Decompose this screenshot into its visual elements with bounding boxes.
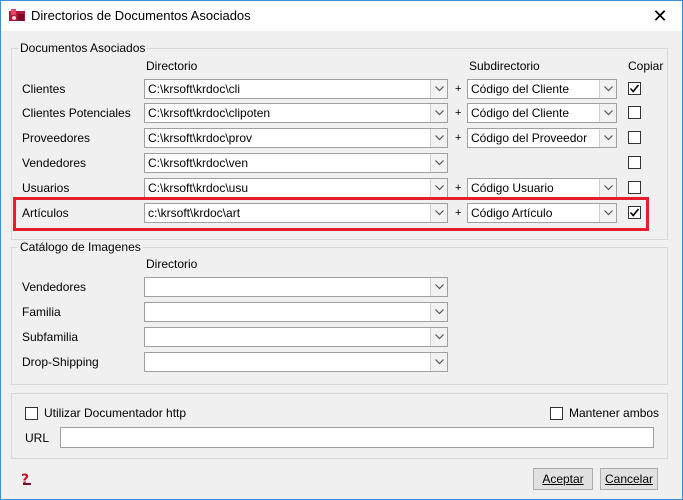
dropdown-button[interactable] xyxy=(599,129,616,147)
images-col-directorio: Directorio xyxy=(146,257,198,271)
copiar-checkbox[interactable] xyxy=(628,156,641,169)
utilizar-http-label: Utilizar Documentador http xyxy=(44,406,187,420)
http-group xyxy=(11,393,668,459)
docs-sub-combo[interactable]: Código del Cliente xyxy=(467,79,617,99)
chevron-down-icon xyxy=(603,86,613,92)
docs-dir-value: C:\krsoft\krdoc\usu xyxy=(148,181,249,195)
cancelar-button[interactable]: Cancelar xyxy=(600,468,658,490)
plus-sign: + xyxy=(455,132,462,144)
chevron-down-icon xyxy=(434,160,444,166)
docs-dir-combo[interactable]: C:\krsoft\krdoc\usu xyxy=(144,178,448,198)
plus-sign: + xyxy=(455,83,462,95)
docs-sub-combo[interactable]: Código Usuario xyxy=(467,178,617,198)
docs-row-label: Proveedores xyxy=(22,131,91,145)
window-title: Directorios de Documentos Asociados xyxy=(31,8,251,23)
help-icon[interactable]: ? xyxy=(20,472,34,486)
docs-dir-combo[interactable]: C:\krsoft\krdoc\cli xyxy=(144,79,448,99)
dropdown-button[interactable] xyxy=(430,278,447,296)
mantener-ambos-label: Mantener ambos xyxy=(569,406,660,420)
aceptar-label: Aceptar xyxy=(542,472,584,486)
dropdown-button[interactable] xyxy=(430,303,447,321)
docs-dir-value: C:\krsoft\krdoc\prov xyxy=(148,131,253,145)
docs-sub-value: Código Usuario xyxy=(471,181,554,195)
articulos-highlight xyxy=(13,197,649,231)
images-dir-combo[interactable] xyxy=(144,277,448,297)
docs-sub-value: Código del Cliente xyxy=(471,82,570,96)
docs-sub-value: Código del Proveedor xyxy=(471,131,588,145)
docs-sub-value: Código del Cliente xyxy=(471,106,570,120)
dropdown-button[interactable] xyxy=(599,104,616,122)
dialog-window: Directorios de Documentos Asociados ✕ Do… xyxy=(0,0,683,500)
docs-dir-value: C:\krsoft\krdoc\ven xyxy=(148,156,249,170)
close-button[interactable]: ✕ xyxy=(638,1,682,31)
docs-row-label: Clientes Potenciales xyxy=(22,106,131,120)
images-row-label: Subfamilia xyxy=(22,330,79,344)
chevron-down-icon xyxy=(434,359,444,365)
plus-sign: + xyxy=(455,182,462,194)
dropdown-button[interactable] xyxy=(430,154,447,172)
chevron-down-icon xyxy=(603,135,613,141)
chevron-down-icon xyxy=(603,110,613,116)
mantener-ambos-checkbox[interactable] xyxy=(550,407,563,420)
docs-dir-value: C:\krsoft\krdoc\clipoten xyxy=(148,106,271,120)
title-bar[interactable]: Directorios de Documentos Asociados ✕ xyxy=(1,1,682,31)
chevron-down-icon xyxy=(434,185,444,191)
docs-col-subdirectorio: Subdirectorio xyxy=(469,59,540,73)
aceptar-button[interactable]: Aceptar xyxy=(533,468,593,490)
app-icon xyxy=(9,9,25,21)
docs-dir-combo[interactable]: C:\krsoft\krdoc\clipoten xyxy=(144,103,448,123)
copiar-checkbox[interactable] xyxy=(628,131,641,144)
close-icon: ✕ xyxy=(652,5,668,26)
docs-row-label: Vendedores xyxy=(22,156,87,170)
chevron-down-icon xyxy=(603,185,613,191)
docs-sub-combo[interactable]: Código del Cliente xyxy=(467,103,617,123)
cancelar-label: Cancelar xyxy=(604,472,654,486)
dropdown-button[interactable] xyxy=(599,80,616,98)
dropdown-button[interactable] xyxy=(430,80,447,98)
chevron-down-icon xyxy=(434,86,444,92)
chevron-down-icon xyxy=(434,309,444,315)
copiar-checkbox[interactable] xyxy=(628,82,641,95)
dropdown-button[interactable] xyxy=(430,353,447,371)
docs-dir-combo[interactable]: C:\krsoft\krdoc\ven xyxy=(144,153,448,173)
docs-sub-combo[interactable]: Código del Proveedor xyxy=(467,128,617,148)
images-dir-combo[interactable] xyxy=(144,302,448,322)
images-row-label: Vendedores xyxy=(22,280,87,294)
dropdown-button[interactable] xyxy=(430,129,447,147)
chevron-down-icon xyxy=(434,334,444,340)
checkmark-icon xyxy=(629,84,640,93)
dropdown-button[interactable] xyxy=(430,179,447,197)
url-label: URL xyxy=(25,431,50,445)
url-input[interactable] xyxy=(60,427,654,448)
copiar-checkbox[interactable] xyxy=(628,106,641,119)
dropdown-button[interactable] xyxy=(430,104,447,122)
chevron-down-icon xyxy=(434,284,444,290)
docs-dir-combo[interactable]: C:\krsoft\krdoc\prov xyxy=(144,128,448,148)
images-group-title: Catálogo de Imagenes xyxy=(18,240,143,254)
images-row-label: Drop-Shipping xyxy=(22,355,99,369)
plus-sign: + xyxy=(455,107,462,119)
images-row-label: Familia xyxy=(22,305,61,319)
docs-group-title: Documentos Asociados xyxy=(18,41,148,55)
images-dir-combo[interactable] xyxy=(144,352,448,372)
docs-col-directorio: Directorio xyxy=(146,59,198,73)
dropdown-button[interactable] xyxy=(599,179,616,197)
copiar-checkbox[interactable] xyxy=(628,181,641,194)
images-dir-combo[interactable] xyxy=(144,327,448,347)
docs-col-copiar: Copiar xyxy=(628,59,664,73)
chevron-down-icon xyxy=(434,135,444,141)
docs-dir-value: C:\krsoft\krdoc\cli xyxy=(148,82,241,96)
docs-row-label: Usuarios xyxy=(22,181,70,195)
dropdown-button[interactable] xyxy=(430,328,447,346)
chevron-down-icon xyxy=(434,110,444,116)
utilizar-http-checkbox[interactable] xyxy=(25,407,38,420)
docs-row-label: Clientes xyxy=(22,82,66,96)
